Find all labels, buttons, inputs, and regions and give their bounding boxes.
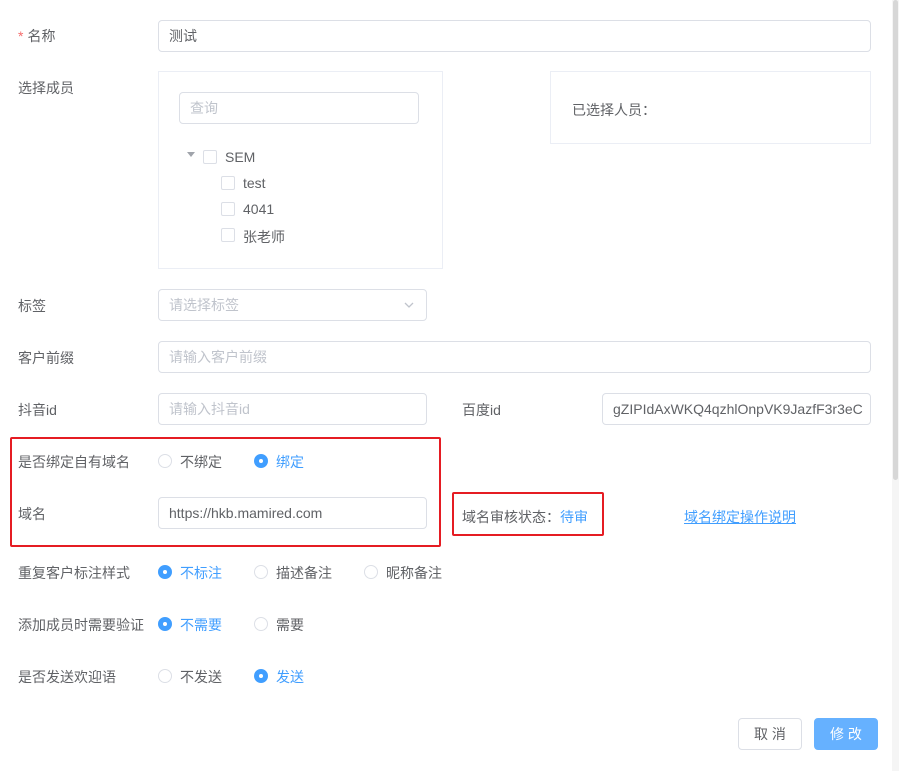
tree-checkbox-test[interactable]: [221, 176, 235, 190]
tree-node-test[interactable]: test: [243, 175, 266, 191]
tree-node-sem[interactable]: SEM: [225, 149, 255, 165]
submit-button[interactable]: 修 改: [814, 718, 878, 750]
repeat-style-option-none[interactable]: 不标注: [180, 563, 222, 583]
verify-radio-yes[interactable]: [254, 617, 268, 631]
welcome-option-yes[interactable]: 发送: [276, 667, 304, 687]
welcome-radio-no[interactable]: [158, 669, 172, 683]
tree-checkbox-4041[interactable]: [221, 202, 235, 216]
bind-domain-option-no[interactable]: 不绑定: [180, 452, 222, 472]
member-tree-panel: 查询 SEM test 4041 张老师: [158, 71, 443, 269]
domain-guide-link[interactable]: 域名绑定操作说明: [684, 507, 796, 527]
tree-node-zhang[interactable]: 张老师: [243, 227, 285, 247]
tree-checkbox-zhang[interactable]: [221, 228, 235, 242]
domain-label: 域名: [18, 506, 46, 522]
baidu-label: 百度id: [462, 402, 501, 418]
tree-node-4041[interactable]: 4041: [243, 201, 274, 217]
welcome-radio-yes[interactable]: [254, 669, 268, 683]
domain-input[interactable]: https://hkb.mamired.com: [158, 497, 427, 529]
bind-domain-option-yes[interactable]: 绑定: [276, 452, 304, 472]
tags-label: 标签: [18, 298, 46, 314]
prefix-label: 客户前缀: [18, 350, 74, 366]
repeat-style-option-desc[interactable]: 描述备注: [276, 563, 332, 583]
name-label-text: 名称: [27, 28, 56, 44]
review-status: 域名审核状态：待审: [462, 507, 588, 527]
member-search-input[interactable]: 查询: [179, 92, 419, 124]
repeat-style-radio-desc[interactable]: [254, 565, 268, 579]
tags-select[interactable]: 请选择标签: [158, 289, 427, 321]
verify-label: 添加成员时需要验证: [18, 617, 144, 633]
name-label: * 名称: [18, 26, 55, 46]
members-label: 选择成员: [18, 80, 74, 96]
welcome-option-no[interactable]: 不发送: [180, 667, 222, 687]
repeat-style-radio-nick[interactable]: [364, 565, 378, 579]
verify-option-yes[interactable]: 需要: [276, 615, 304, 635]
repeat-style-option-nick[interactable]: 昵称备注: [386, 563, 442, 583]
chevron-down-icon: [404, 302, 414, 308]
douyin-label: 抖音id: [18, 402, 57, 418]
name-input[interactable]: 测试: [158, 20, 871, 52]
bind-domain-label: 是否绑定自有域名: [18, 454, 130, 470]
caret-down-icon[interactable]: [187, 152, 195, 157]
selected-members-label: 已选择人员：: [572, 102, 656, 118]
scrollbar-track[interactable]: [892, 0, 899, 771]
douyin-input[interactable]: 请输入抖音id: [158, 393, 427, 425]
tags-select-placeholder: 请选择标签: [169, 297, 239, 313]
baidu-input[interactable]: gZIPIdAxWKQ4qzhlOnpVK9JazfF3r3eC: [602, 393, 871, 425]
welcome-label: 是否发送欢迎语: [18, 669, 116, 685]
verify-radio-no[interactable]: [158, 617, 172, 631]
bind-domain-radio-yes[interactable]: [254, 454, 268, 468]
repeat-style-label: 重复客户标注样式: [18, 565, 130, 581]
review-status-label: 域名审核状态：: [462, 509, 560, 525]
tree-checkbox-sem[interactable]: [203, 150, 217, 164]
scrollbar-thumb[interactable]: [893, 0, 898, 480]
verify-option-no[interactable]: 不需要: [180, 615, 222, 635]
selected-members-panel: 已选择人员：: [550, 71, 871, 144]
bind-domain-radio-no[interactable]: [158, 454, 172, 468]
review-status-value: 待审: [560, 509, 588, 525]
prefix-input[interactable]: 请输入客户前缀: [158, 341, 871, 373]
repeat-style-radio-none[interactable]: [158, 565, 172, 579]
required-mark: *: [18, 28, 24, 44]
cancel-button[interactable]: 取 消: [738, 718, 802, 750]
